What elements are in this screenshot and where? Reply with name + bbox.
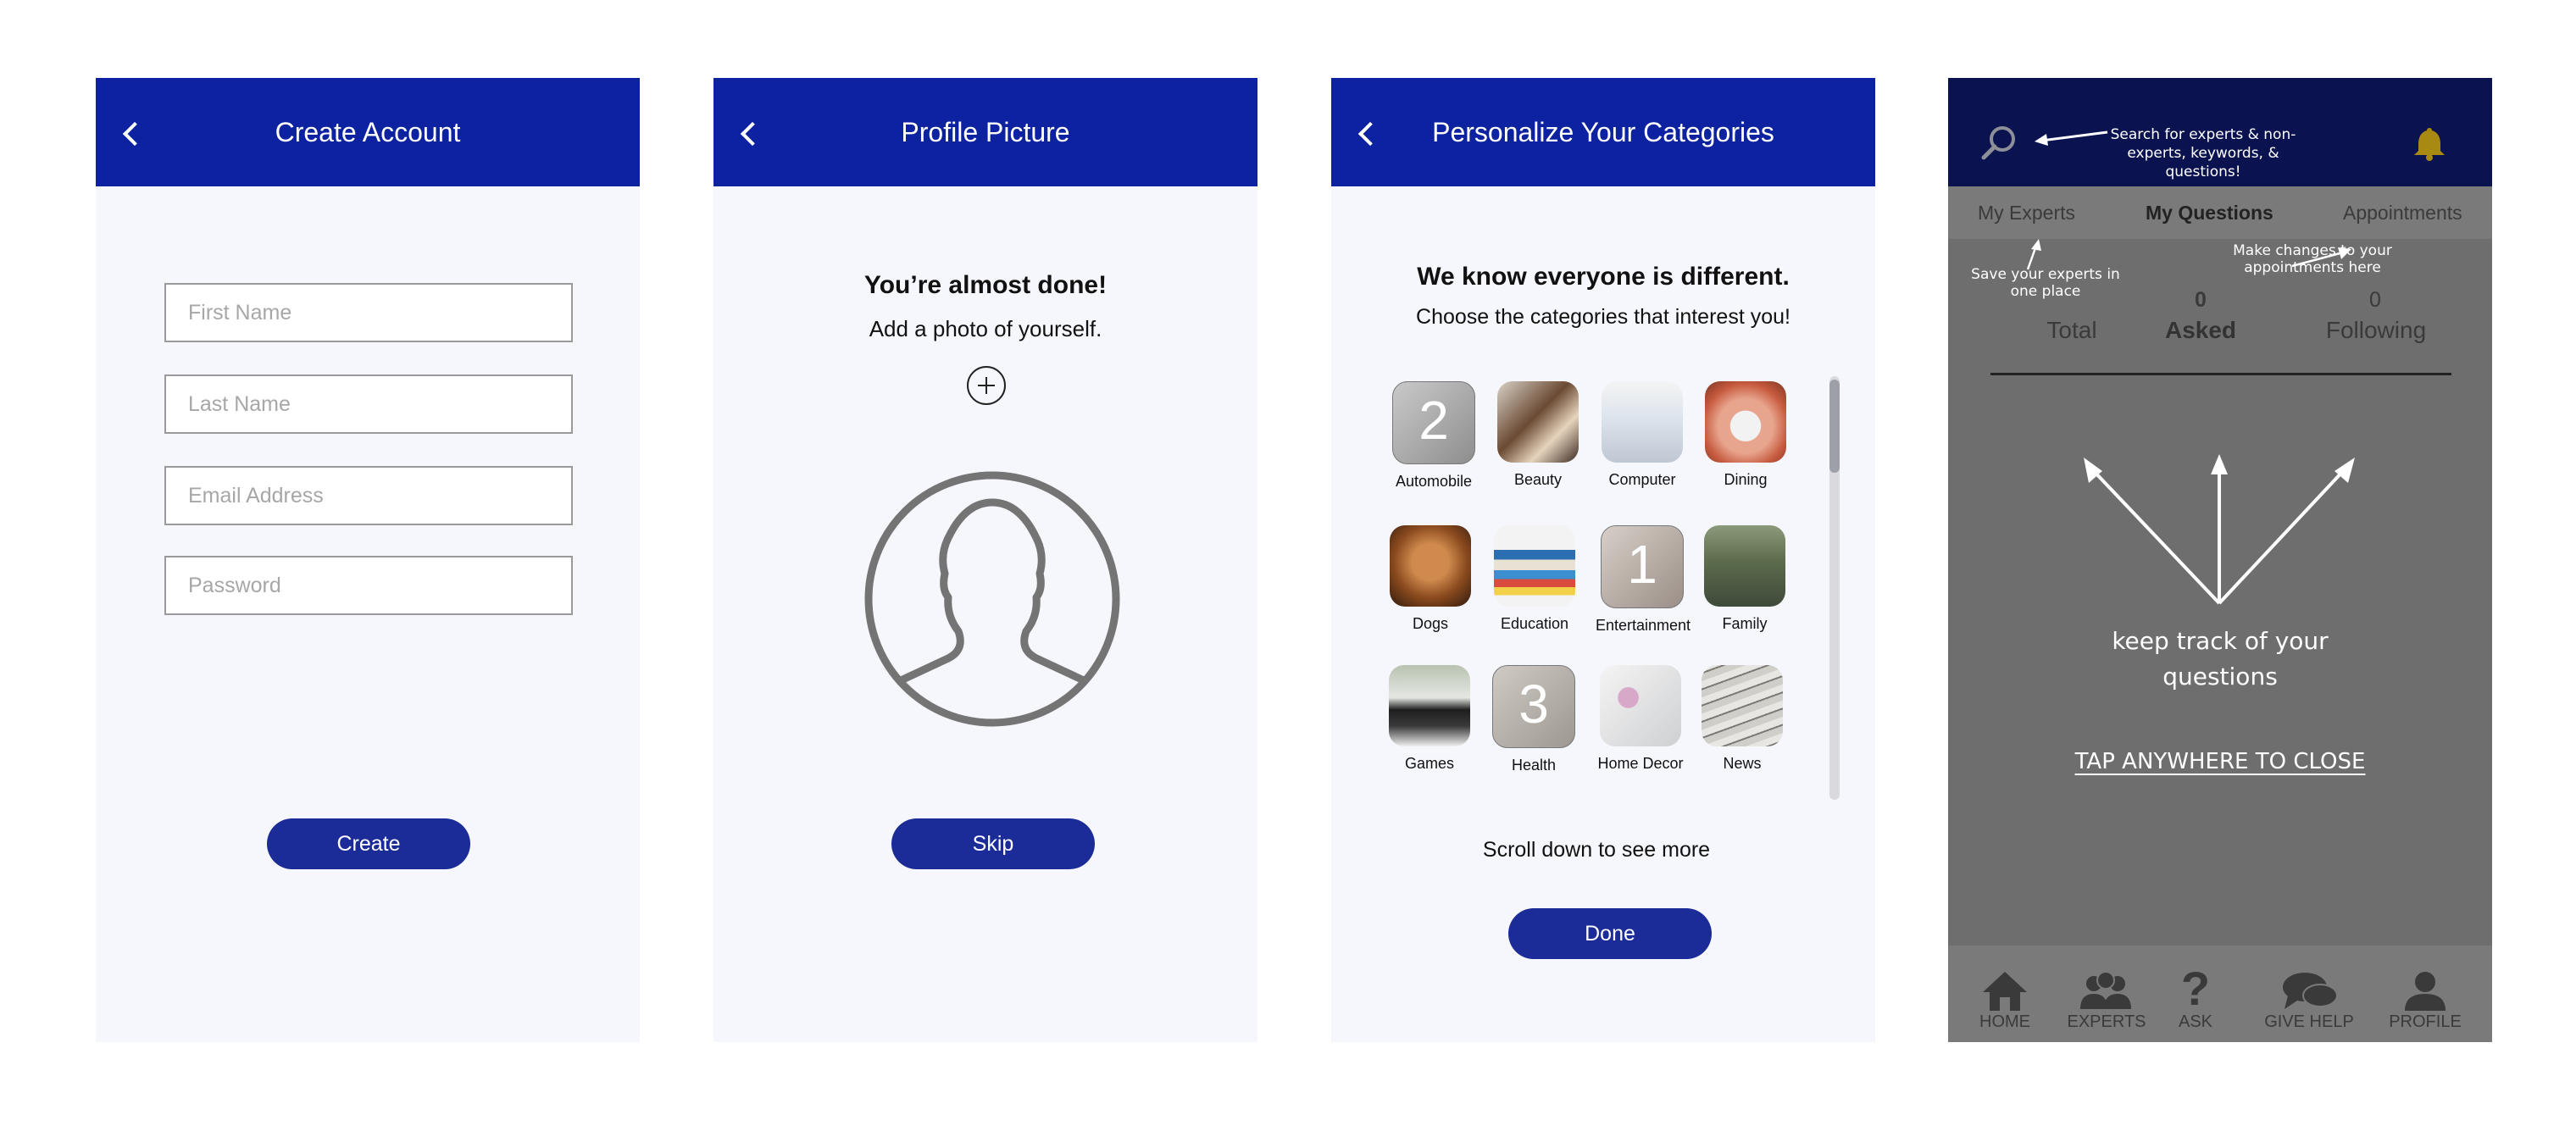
- tab-my-questions[interactable]: My Questions: [2146, 186, 2273, 239]
- profile-icon: [2405, 972, 2446, 1011]
- stat-pointer-arrows: [2084, 454, 2355, 605]
- category-news[interactable]: News: [1696, 665, 1789, 773]
- category-dining[interactable]: Dining: [1699, 381, 1792, 489]
- app-bar: Personalize Your Categories: [1331, 78, 1875, 186]
- scroll-hint: Scroll down to see more: [1482, 838, 1711, 862]
- stat-label-following: Following: [2325, 317, 2427, 343]
- nav-label-give-help: GIVE HELP: [2264, 1012, 2354, 1031]
- nav-profile[interactable]: PROFILE: [2375, 965, 2475, 1032]
- page-title: Create Account: [275, 117, 461, 147]
- beauty-thumbnail: [1497, 381, 1579, 463]
- search-annotation: Search for experts & non-experts, keywor…: [2110, 126, 2296, 180]
- create-button[interactable]: Create: [267, 818, 470, 869]
- category-label: Computer: [1608, 471, 1676, 488]
- my-questions-overlay-screen[interactable]: Search for experts & non-experts, keywor…: [1948, 78, 2492, 1042]
- news-thumbnail: [1702, 665, 1783, 746]
- education-thumbnail: [1494, 525, 1575, 607]
- avatar-placeholder-icon: [864, 471, 1120, 727]
- category-label: Automobile: [1395, 473, 1473, 490]
- first-name-field[interactable]: [164, 283, 573, 342]
- category-label: Family: [1722, 615, 1768, 632]
- chat-icon: [2283, 973, 2338, 1009]
- category-label: Education: [1500, 615, 1569, 632]
- selection-order-badge: 3: [1518, 674, 1549, 735]
- stat-label-total: Total: [2046, 317, 2097, 343]
- category-dogs[interactable]: Dogs: [1384, 525, 1477, 633]
- app-bar: Profile Picture: [713, 78, 1257, 186]
- page-title: Profile Picture: [901, 117, 1070, 147]
- category-beauty[interactable]: Beauty: [1491, 381, 1585, 489]
- following-count: 0: [2369, 288, 2381, 312]
- home-decor-thumbnail: [1600, 665, 1681, 746]
- nav-give-help[interactable]: GIVE HELP: [2248, 965, 2370, 1032]
- skip-button[interactable]: Skip: [891, 818, 1095, 869]
- stat-label-asked: Asked: [2164, 317, 2237, 343]
- category-label: Beauty: [1513, 471, 1563, 488]
- create-account-screen: Create Account Create: [96, 78, 640, 1042]
- categories-heading: We know everyone is different.: [1417, 263, 1790, 291]
- dining-thumbnail: [1705, 381, 1786, 463]
- selection-order-badge: 1: [1627, 534, 1657, 595]
- games-thumbnail: [1389, 665, 1470, 746]
- save-experts-annotation: Save your experts in one place: [1971, 266, 2120, 300]
- page-title: Personalize Your Categories: [1432, 117, 1774, 147]
- last-name-field[interactable]: [164, 374, 573, 434]
- category-label: Dining: [1724, 471, 1768, 488]
- category-automobile[interactable]: 2 Automobile: [1387, 381, 1480, 491]
- track-questions-annotation: keep track of your questions: [2112, 627, 2329, 691]
- personalize-categories-screen: Personalize Your Categories We know ever…: [1331, 78, 1875, 1042]
- add-photo-icon[interactable]: [965, 364, 1008, 407]
- search-icon[interactable]: [1979, 124, 2018, 163]
- add-photo-text: Add a photo of yourself.: [869, 316, 1102, 341]
- dogs-thumbnail: [1390, 525, 1471, 607]
- password-field[interactable]: [164, 556, 573, 615]
- email-field[interactable]: [164, 466, 573, 525]
- category-label: Entertainment: [1596, 617, 1691, 634]
- category-home-decor[interactable]: Home Decor: [1594, 665, 1687, 773]
- category-games[interactable]: Games: [1383, 665, 1476, 773]
- nav-label-profile: PROFILE: [2389, 1012, 2462, 1031]
- category-family[interactable]: Family: [1698, 525, 1791, 633]
- family-thumbnail: [1704, 525, 1785, 607]
- profile-picture-screen: Profile Picture You’re almost done! Add …: [713, 78, 1257, 1042]
- scrollbar[interactable]: [1829, 376, 1840, 800]
- category-health[interactable]: 3 Health: [1487, 665, 1580, 774]
- category-label: Games: [1404, 755, 1455, 772]
- scrollbar-thumb[interactable]: [1829, 380, 1840, 473]
- nav-label-experts: EXPERTS: [2067, 1012, 2146, 1031]
- nav-experts[interactable]: EXPERTS: [2057, 965, 2157, 1032]
- experts-icon: [2080, 972, 2131, 1009]
- appointments-annotation: Make changes to your appointments here: [2233, 242, 2392, 276]
- category-label: News: [1723, 755, 1762, 772]
- almost-done-heading: You’re almost done!: [863, 271, 1108, 299]
- bell-icon[interactable]: [2412, 125, 2446, 161]
- automobile-thumbnail: 2: [1392, 381, 1475, 464]
- tap-to-close-label[interactable]: TAP ANYWHERE TO CLOSE: [2033, 749, 2407, 774]
- category-computer[interactable]: Computer: [1596, 381, 1689, 489]
- nav-label-home: HOME: [1979, 1012, 2030, 1031]
- divider: [1990, 373, 2451, 375]
- category-label: Health: [1511, 757, 1557, 774]
- done-button[interactable]: Done: [1508, 908, 1712, 959]
- entertainment-thumbnail: 1: [1601, 525, 1684, 608]
- computer-thumbnail: [1602, 381, 1683, 463]
- selection-order-badge: 2: [1418, 390, 1449, 451]
- categories-subheading: Choose the categories that interest you!: [1416, 305, 1790, 329]
- nav-home[interactable]: HOME: [1955, 965, 2055, 1032]
- nav-ask[interactable]: ? ASK: [2162, 965, 2229, 1032]
- nav-label-ask: ASK: [2178, 1012, 2213, 1031]
- app-bar: Create Account: [96, 78, 640, 186]
- app-bar: Search for experts & non-experts, keywor…: [1948, 78, 2492, 186]
- category-entertainment[interactable]: 1 Entertainment: [1596, 525, 1691, 635]
- question-icon: ?: [2180, 962, 2211, 1015]
- home-icon: [1983, 972, 2027, 1011]
- health-thumbnail: 3: [1492, 665, 1575, 748]
- asked-count: 0: [2195, 288, 2207, 312]
- tab-my-experts[interactable]: My Experts: [1978, 186, 2075, 239]
- category-label: Home Decor: [1597, 755, 1684, 772]
- tab-appointments[interactable]: Appointments: [2343, 186, 2462, 239]
- category-label: Dogs: [1412, 615, 1449, 632]
- category-education[interactable]: Education: [1488, 525, 1581, 633]
